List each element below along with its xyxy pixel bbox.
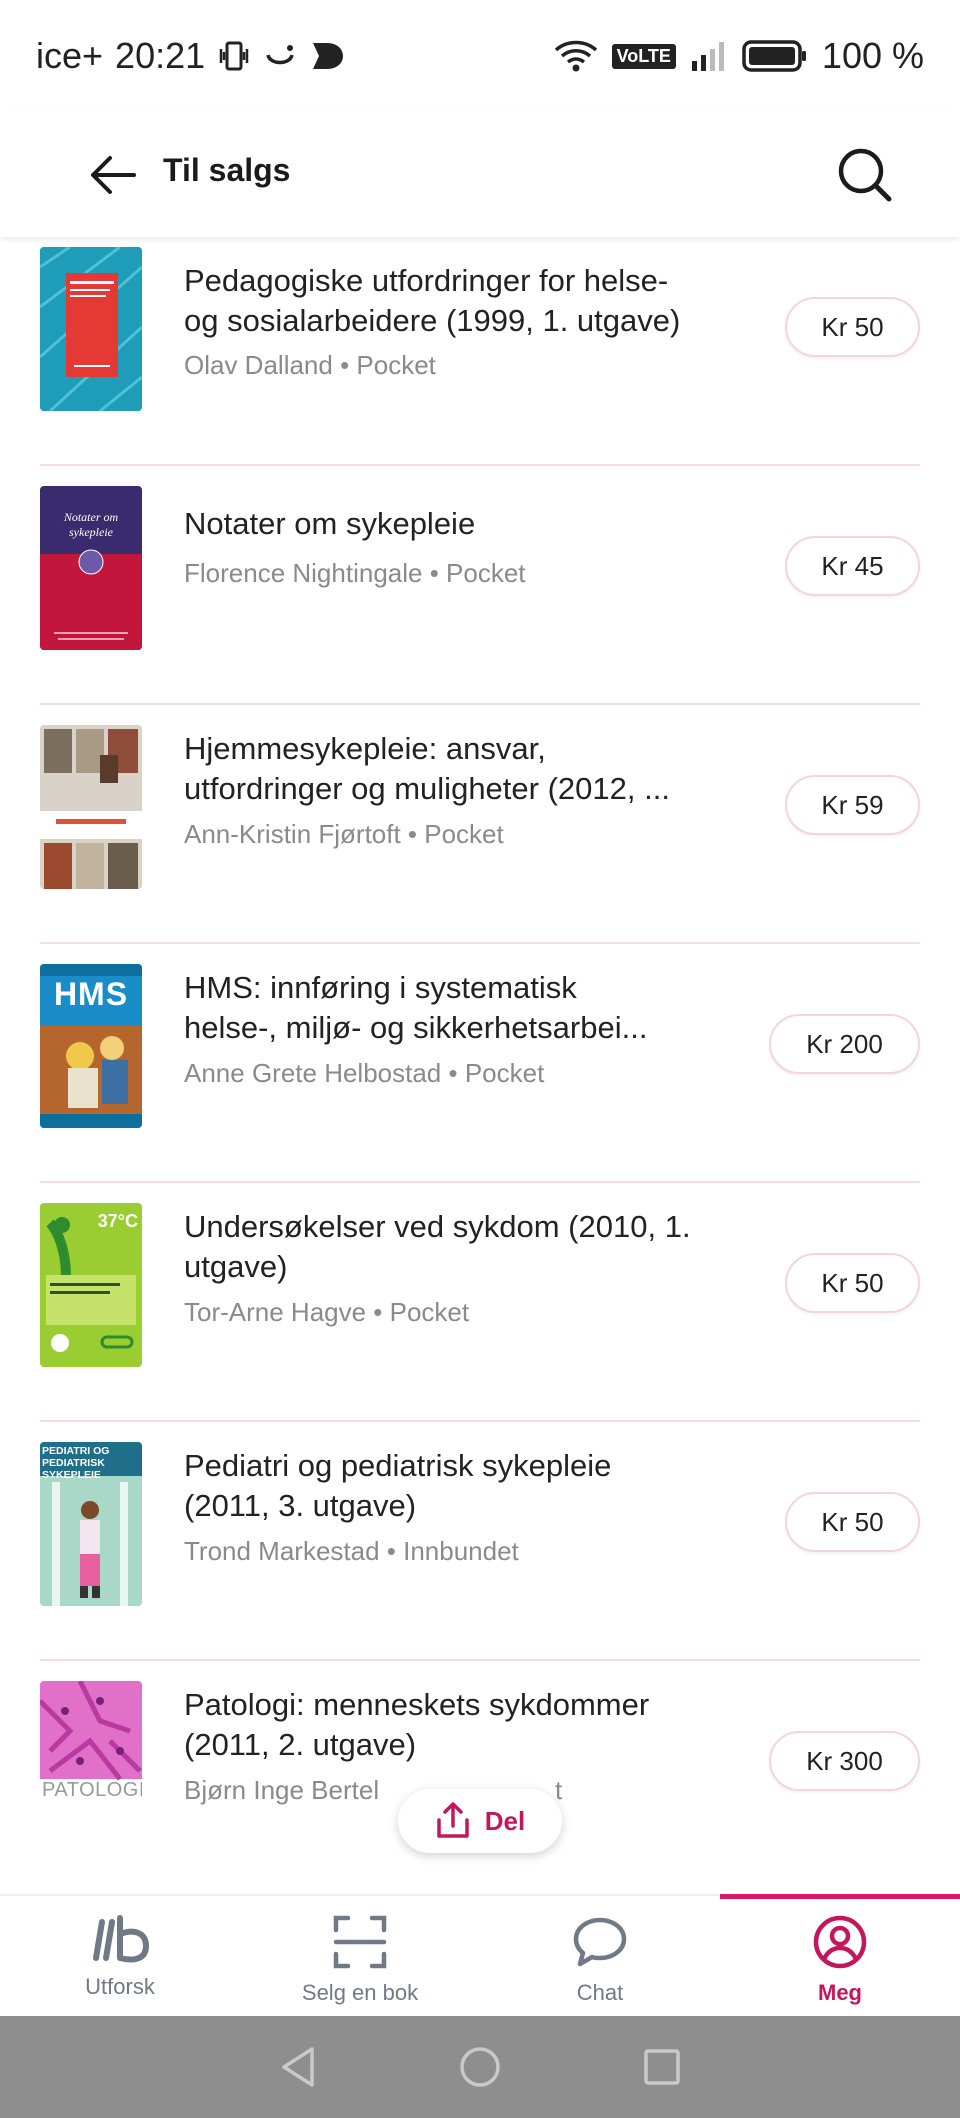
book-cover: HMS — [40, 964, 142, 1128]
circle-home-icon — [460, 2047, 500, 2087]
nav-label: Utforsk — [85, 1974, 155, 1999]
book-cover: Notater om sykepleie — [40, 486, 142, 650]
book-title: Undersøkelser ved sykdom (2010, 1. utgav… — [184, 1207, 744, 1287]
back-button[interactable] — [86, 148, 140, 202]
list-item[interactable]: Hjemmesykepleie: ansvar, utfordringer og… — [40, 705, 920, 944]
price-button[interactable]: Kr 50 — [785, 297, 920, 357]
nav-label: Meg — [818, 1980, 862, 2005]
book-cover: PATOLOGI — [40, 1681, 142, 1845]
book-title-line: HMS: innføring i systematisk — [184, 970, 577, 1005]
system-home-button[interactable] — [458, 2045, 502, 2089]
cover-title: PATOLOGI — [42, 1779, 142, 1801]
book-title-line: (2011, 3. utgave) — [184, 1488, 417, 1523]
wifi-icon — [554, 38, 598, 74]
arrow-left-icon — [91, 156, 136, 194]
scan-icon — [333, 1915, 387, 1969]
list-item[interactable]: HMS HMS: innføring i systematisk helse-,… — [40, 944, 920, 1183]
book-title-line: Notater om sykepleie — [184, 506, 476, 541]
list-item[interactable]: PATOLOGI Patologi: menneskets sykdommer … — [40, 1661, 920, 1894]
book-meta: Bjørn Inge Bertel — [184, 1775, 380, 1805]
book-title: HMS: innføring i systematisk helse-, mil… — [184, 968, 744, 1048]
nav-item-meg[interactable]: Meg — [720, 1894, 960, 2016]
book-title-line: utgave) — [184, 1249, 288, 1284]
battery-icon — [742, 39, 808, 73]
profile-icon — [813, 1915, 867, 1969]
book-title: Hjemmesykepleie: ansvar, utfordringer og… — [184, 729, 744, 809]
book-title-line: helse-, miljø- og sikkerhetsarbei... — [184, 1010, 648, 1045]
battery-percent: 100 % — [821, 35, 924, 76]
book-meta: Florence Nightingale • Pocket — [184, 558, 526, 588]
book-title-line: og sosialarbeidere (1999, 1. utgave) — [184, 303, 681, 338]
app-header: Til salgs — [0, 112, 960, 237]
book-title-line: (2011, 2. utgave) — [184, 1727, 417, 1762]
price-button[interactable]: Kr 200 — [769, 1014, 920, 1074]
book-meta: Ann-Kristin Fjørtoft • Pocket — [184, 819, 504, 849]
price-button[interactable]: Kr 59 — [785, 775, 920, 835]
book-meta: Tor-Arne Hagve • Pocket — [184, 1297, 470, 1327]
book-title: Notater om sykepleie — [184, 504, 744, 544]
cover-title: HMS — [53, 976, 129, 1012]
share-icon — [437, 1802, 469, 1838]
signal-icon — [690, 39, 728, 73]
list-item[interactable]: Notater om sykepleie Notater om sykeplei… — [40, 466, 920, 705]
cover-title: PEDIATRI OG PEDIATRISK SYKEPLEIE — [42, 1445, 110, 1481]
volte-label: VoLTE — [611, 43, 676, 69]
system-back-button[interactable] — [278, 2045, 318, 2089]
smile-icon — [263, 39, 297, 73]
volte-icon: VoLTE — [611, 43, 676, 69]
page-title: Til salgs — [163, 152, 291, 188]
list-item[interactable]: 37°C Undersøkelser ved sykdom (2010, 1. … — [40, 1183, 920, 1422]
book-title: Patologi: menneskets sykdommer (2011, 2.… — [184, 1685, 744, 1765]
list-item[interactable]: Pedagogiske utfordringer for helse- og s… — [40, 237, 920, 466]
share-button[interactable]: Del — [398, 1789, 562, 1853]
book-meta-tail: t — [555, 1775, 563, 1805]
price-button[interactable]: Kr 45 — [785, 536, 920, 596]
system-nav-bar — [0, 2016, 960, 2118]
search-icon — [838, 148, 892, 202]
triangle-back-icon — [282, 2047, 314, 2087]
share-label: Del — [484, 1805, 526, 1836]
book-list: Pedagogiske utfordringer for helse- og s… — [0, 237, 960, 1894]
clock: 20:21 — [115, 35, 206, 76]
book-title-line: Patologi: menneskets sykdommer — [184, 1687, 650, 1722]
book-meta: Anne Grete Helbostad • Pocket — [184, 1058, 545, 1088]
status-bar: ice+ 20:21 VoLTE 100 % — [0, 0, 960, 112]
list-item[interactable]: PEDIATRI OG PEDIATRISK SYKEPLEIE Pediatr… — [40, 1422, 920, 1661]
search-button[interactable] — [830, 140, 900, 210]
carrier-label: ice+ — [36, 35, 104, 76]
book-title: Pediatri og pediatrisk sykepleie (2011, … — [184, 1446, 744, 1526]
book-title-line: Pedagogiske utfordringer for helse- — [184, 263, 669, 298]
nav-item-utforsk[interactable]: Utforsk — [0, 1896, 240, 2016]
book-title: Pedagogiske utfordringer for helse- og s… — [184, 261, 744, 341]
book-title-line: Hjemmesykepleie: ansvar, — [184, 731, 546, 766]
book-cover: 37°C — [40, 1203, 142, 1367]
app-notification-icon — [309, 39, 345, 73]
book-title-line: Undersøkelser ved sykdom (2010, 1. — [184, 1209, 691, 1244]
price-button[interactable]: Kr 300 — [769, 1731, 920, 1791]
explore-icon — [93, 1915, 150, 1963]
chat-icon — [573, 1917, 627, 1967]
book-cover — [40, 725, 142, 889]
book-cover: PEDIATRI OG PEDIATRISK SYKEPLEIE — [40, 1442, 142, 1606]
book-title-line: Pediatri og pediatrisk sykepleie — [184, 1448, 612, 1483]
book-title-line: utfordringer og muligheter (2012, ... — [184, 771, 670, 806]
book-meta: Trond Markestad • Innbundet — [184, 1536, 519, 1566]
book-meta: Olav Dalland • Pocket — [184, 350, 436, 380]
price-button[interactable]: Kr 50 — [785, 1492, 920, 1552]
price-button[interactable]: Kr 50 — [785, 1253, 920, 1313]
bottom-nav: Utforsk Selg en bok Chat Meg — [0, 1894, 960, 2016]
cover-title: Notater om sykepleie — [63, 510, 119, 539]
book-cover — [40, 247, 142, 411]
square-recents-icon — [644, 2049, 680, 2085]
nav-item-selg-en-bok[interactable]: Selg en bok — [240, 1896, 480, 2016]
cover-title: 37°C — [97, 1211, 138, 1231]
vibrate-icon — [217, 39, 251, 73]
nav-label: Chat — [576, 1980, 624, 2005]
nav-label: Selg en bok — [301, 1980, 419, 2005]
system-recents-button[interactable] — [642, 2047, 682, 2087]
nav-item-chat[interactable]: Chat — [480, 1896, 720, 2016]
